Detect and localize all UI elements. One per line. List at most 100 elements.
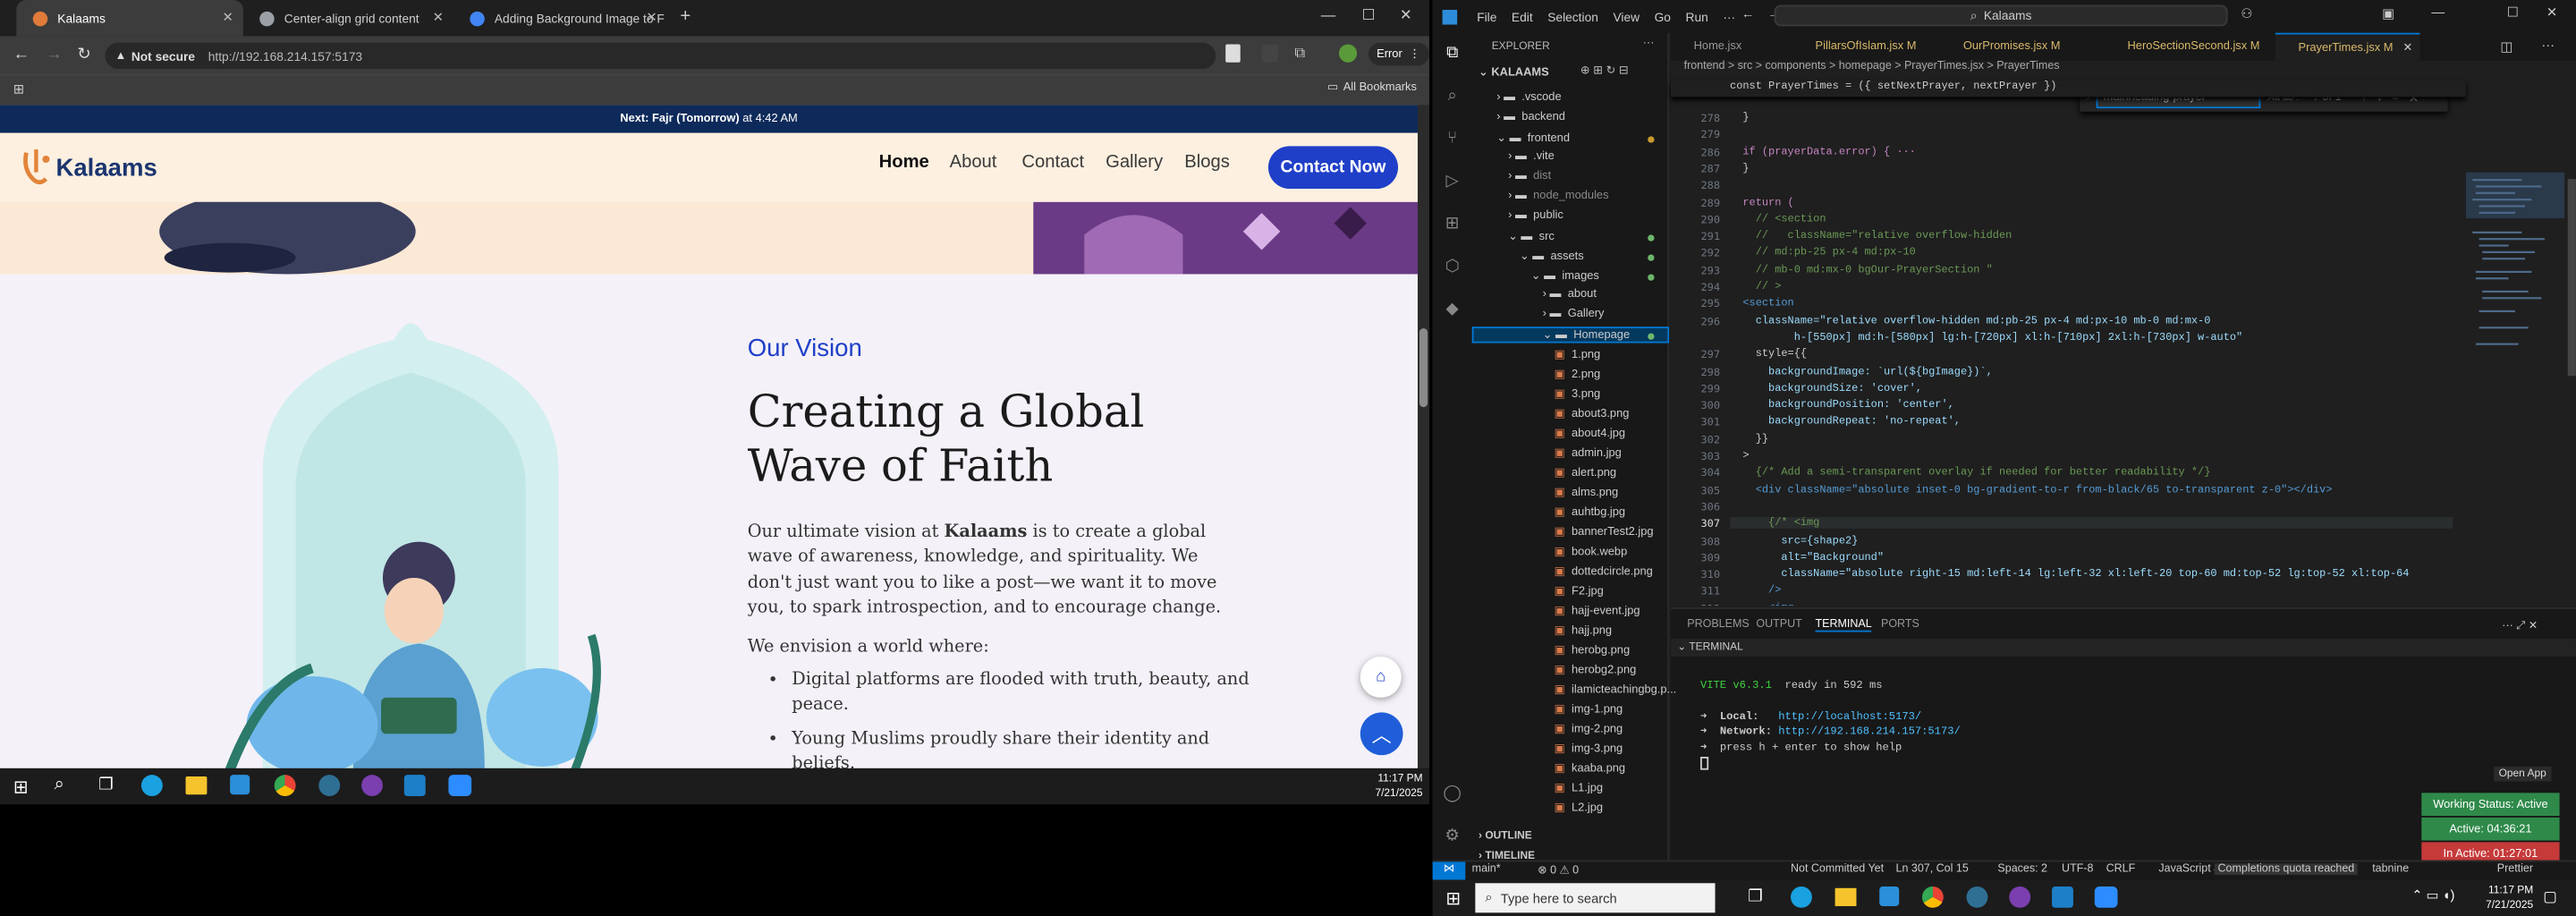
windows-start-icon[interactable]: ⊞ bbox=[13, 776, 29, 798]
code-line[interactable]: }} bbox=[1730, 433, 1768, 445]
panel-tab-problems[interactable]: PROBLEMS bbox=[1687, 619, 1749, 631]
problems-count[interactable]: ⊗ 0 ⚠ 0 bbox=[1538, 863, 1579, 877]
maximize-icon[interactable]: ☐ bbox=[2507, 5, 2519, 21]
explorer-toolbar-icons[interactable]: ⊕ ⊞ ↻ ⊟ bbox=[1580, 64, 1629, 77]
network-url[interactable]: http://192.168.214.157:5173/ bbox=[1778, 725, 1961, 737]
explorer-files-icon[interactable]: ⧉ bbox=[1443, 45, 1462, 64]
git-branch[interactable]: main* bbox=[1472, 863, 1501, 875]
nav-about[interactable]: About bbox=[950, 153, 997, 173]
file-tree-item[interactable]: ▣ herobg.png bbox=[1555, 643, 1631, 657]
tabnine-status[interactable]: tabnine bbox=[2372, 863, 2409, 875]
code-line[interactable]: // mb-0 md:mx-0 bgOur-PrayerSection " bbox=[1730, 264, 1993, 276]
split-editor-icon[interactable]: ◫ bbox=[2500, 39, 2512, 55]
close-tab-icon[interactable]: ✕ bbox=[2403, 41, 2413, 55]
file-tree-item[interactable]: ▣ hajj.png bbox=[1555, 623, 1613, 637]
folder-tree-item[interactable]: ⌄ ▬ assets bbox=[1520, 250, 1655, 263]
folder-tree-item[interactable]: › ▬ Gallery bbox=[1543, 309, 1605, 320]
code-line[interactable]: } bbox=[1730, 162, 1749, 174]
folder-tree-item[interactable]: › ▬ about bbox=[1543, 289, 1597, 301]
panel-tab-terminal[interactable]: TERMINAL bbox=[1815, 619, 1872, 632]
nav-gallery[interactable]: Gallery bbox=[1106, 153, 1163, 173]
new-tab-icon[interactable]: + bbox=[680, 6, 691, 26]
panel-more-icon[interactable]: ··· ⤢ ✕ bbox=[2502, 619, 2538, 634]
page-scrollbar[interactable] bbox=[1418, 105, 1429, 770]
file-tree-item[interactable]: ▣ 2.png bbox=[1555, 368, 1601, 381]
local-url[interactable]: http://localhost:5173/ bbox=[1778, 710, 1921, 722]
system-tray-icons[interactable]: ⌃ ▭ ◖) bbox=[2411, 888, 2454, 903]
zoom-icon[interactable] bbox=[448, 775, 472, 797]
menu-edit[interactable]: Edit bbox=[1512, 9, 1533, 24]
close-window-icon[interactable]: ✕ bbox=[2546, 5, 2557, 21]
github-desktop-icon[interactable] bbox=[2009, 886, 2031, 908]
scrollbar-thumb[interactable] bbox=[1419, 328, 1428, 408]
code-line[interactable]: src={shape2} bbox=[1730, 534, 1858, 546]
menu-more[interactable]: ··· bbox=[1723, 9, 1735, 24]
menu-run[interactable]: Run bbox=[1686, 9, 1708, 24]
account-icon[interactable]: ◯ bbox=[1443, 785, 1462, 804]
cursor-position[interactable]: Ln 307, Col 15 bbox=[1896, 863, 1969, 875]
store-icon[interactable] bbox=[230, 775, 250, 795]
minimize-icon[interactable]: — bbox=[1321, 6, 1336, 22]
code-line[interactable]: className="absolute right-15 md:left-14 … bbox=[1730, 568, 2409, 580]
file-explorer-icon[interactable] bbox=[185, 776, 208, 795]
site-logo[interactable]: Kalaams bbox=[20, 146, 167, 189]
file-tree-item[interactable]: ▣ img-2.png bbox=[1555, 722, 1623, 735]
folder-tree-item[interactable]: ⌄ ▬ src bbox=[1508, 230, 1655, 243]
remote-icon[interactable]: ⋈ bbox=[1432, 861, 1466, 880]
copilot-quota[interactable]: Completions quota reached bbox=[2214, 863, 2358, 876]
code-line[interactable]: {/* <img bbox=[1730, 517, 2453, 530]
folder-tree-item[interactable]: › ▬ public bbox=[1508, 210, 1563, 222]
more-actions-icon[interactable]: ··· bbox=[1643, 38, 1655, 49]
profile-avatar[interactable] bbox=[1338, 44, 1358, 63]
browser-tab-center-align[interactable]: Center-align grid content ✕ bbox=[243, 0, 453, 36]
menu-file[interactable]: File bbox=[1477, 9, 1496, 24]
sticky-scroll-header[interactable]: const PrayerTimes = ({ setNextPrayer, ne… bbox=[1670, 80, 2466, 98]
close-tab-icon[interactable]: ✕ bbox=[433, 10, 444, 25]
source-control-icon[interactable]: ⑂ bbox=[1443, 130, 1462, 149]
extension-icon[interactable] bbox=[1261, 44, 1278, 63]
line-endings[interactable]: CRLF bbox=[2106, 863, 2136, 875]
task-view-icon[interactable]: ❐ bbox=[98, 776, 113, 794]
folder-tree-item[interactable]: ⌄ ▬ Homepage bbox=[1471, 327, 1670, 344]
folder-tree-item[interactable]: ⌄ ▬ frontend bbox=[1496, 131, 1655, 144]
file-tree-item[interactable]: ▣ ilamicteachingbg.p... bbox=[1555, 683, 1677, 696]
edge-icon[interactable] bbox=[1791, 886, 1812, 908]
code-line[interactable]: backgroundSize: 'cover', bbox=[1730, 382, 1922, 394]
terminal-output[interactable]: VITE v6.3.1 ready in 592 ms ➜ Local: htt… bbox=[1699, 678, 1961, 770]
vscode-icon[interactable] bbox=[2052, 886, 2073, 908]
code-line[interactable]: // md:pb-25 px-4 md:px-10 bbox=[1730, 247, 1916, 259]
code-line[interactable]: backgroundRepeat: 'no-repeat', bbox=[1730, 416, 1961, 428]
file-tree-item[interactable]: ▣ kaaba.png bbox=[1555, 761, 1626, 775]
chrome-icon[interactable] bbox=[1921, 886, 1944, 908]
minimize-icon[interactable]: — bbox=[2431, 5, 2445, 21]
code-line[interactable]: return ( bbox=[1730, 196, 1793, 208]
chrome-icon[interactable] bbox=[274, 775, 296, 797]
code-line[interactable]: <div className="absolute inset-0 bg-grad… bbox=[1730, 484, 2333, 496]
code-line[interactable]: // <section bbox=[1730, 213, 1826, 225]
tab-herosection-jsx[interactable]: HeroSectionSecond.jsx M bbox=[2105, 33, 2275, 61]
edge-icon[interactable] bbox=[140, 775, 163, 797]
file-tree-item[interactable]: ▣ img-1.png bbox=[1555, 702, 1623, 716]
layout-icon[interactable]: ▣ bbox=[2382, 6, 2394, 21]
folder-tree-item[interactable]: › ▬ .vscode bbox=[1496, 92, 1561, 104]
nav-contact[interactable]: Contact bbox=[1021, 153, 1084, 173]
forward-icon[interactable]: → bbox=[46, 46, 62, 64]
vscode-icon[interactable] bbox=[403, 775, 426, 797]
more-actions-icon[interactable]: ··· bbox=[2541, 38, 2555, 53]
menu-view[interactable]: View bbox=[1613, 9, 1640, 24]
extensions-icon[interactable]: ⊞ bbox=[1443, 215, 1462, 234]
file-tree-item[interactable]: ▣ alert.png bbox=[1555, 466, 1617, 479]
file-explorer-icon[interactable] bbox=[1835, 887, 1857, 906]
file-tree-item[interactable]: ▣ F2.jpg bbox=[1555, 584, 1604, 598]
apps-grid-icon[interactable]: ⊞ bbox=[13, 82, 24, 98]
file-tree-item[interactable]: ▣ dottedcircle.png bbox=[1555, 564, 1653, 578]
breadcrumb[interactable]: frontend > src > components > homepage >… bbox=[1670, 60, 2576, 81]
address-bar[interactable]: ▲ Not secure http://192.168.214.157:5173 bbox=[105, 42, 1216, 70]
code-line[interactable]: /> bbox=[1730, 585, 1781, 597]
tabnine-icon[interactable]: ◆ bbox=[1443, 301, 1462, 320]
code-line[interactable]: > bbox=[1730, 450, 1749, 462]
file-tree-item[interactable]: ▣ herobg2.png bbox=[1555, 663, 1637, 676]
folder-tree-item[interactable]: › ▬ dist bbox=[1508, 171, 1551, 182]
browser-tab-kalaams[interactable]: Kalaams ✕ bbox=[16, 0, 243, 37]
contact-now-button[interactable]: Contact Now bbox=[1267, 146, 1399, 190]
